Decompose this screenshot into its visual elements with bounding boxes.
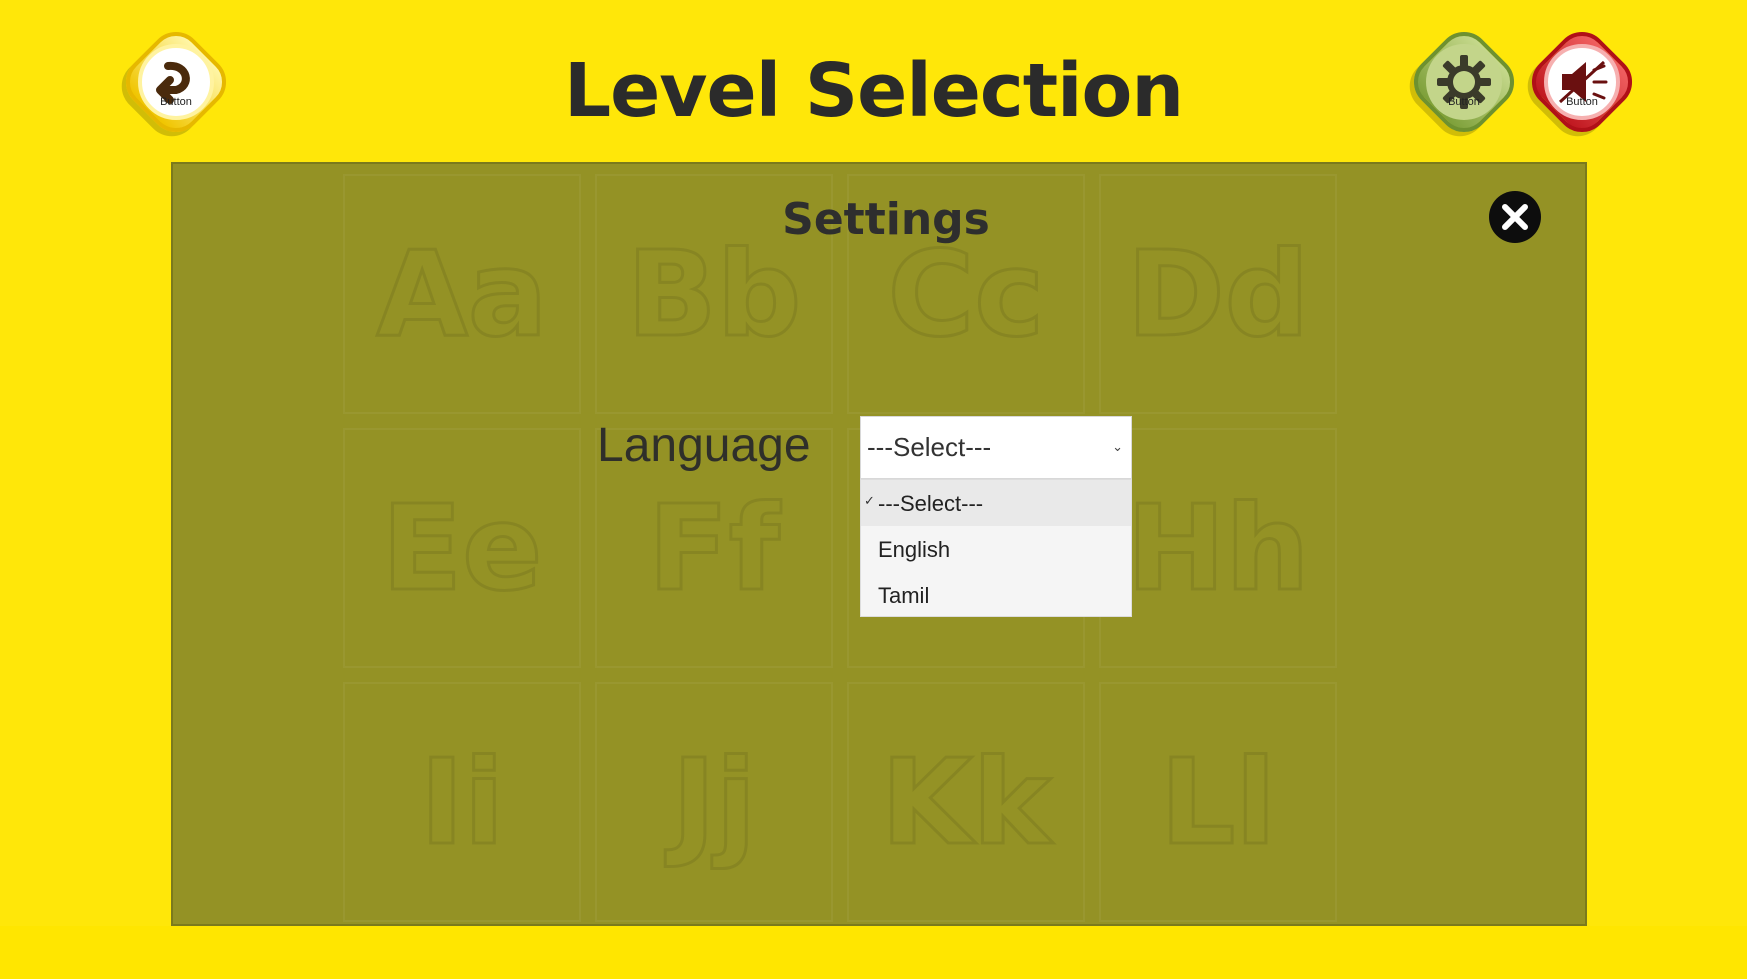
- close-button[interactable]: [1489, 191, 1541, 243]
- close-icon: [1502, 204, 1528, 230]
- chevron-down-icon: ⌄: [1112, 439, 1123, 454]
- sound-button-label: Button: [1566, 96, 1598, 108]
- language-select-value: ---Select---: [867, 432, 992, 462]
- level-tile: Ii: [343, 682, 581, 922]
- checkmark-icon: ✓: [864, 493, 875, 508]
- settings-button-label: Button: [1448, 96, 1480, 108]
- settings-dialog: Aa Bb Cc Dd Ee Ff Gg Hh Ii Jj Kk Ll Sett…: [171, 162, 1587, 926]
- level-tile: Kk: [847, 682, 1085, 922]
- option-label: Tamil: [878, 583, 930, 608]
- level-tile: Hh: [1099, 428, 1337, 668]
- back-button[interactable]: Button: [115, 21, 237, 143]
- option-label: English: [878, 537, 951, 562]
- settings-button[interactable]: Button: [1403, 21, 1525, 143]
- language-dropdown-list: ✓ ---Select--- English Tamil: [860, 479, 1132, 617]
- sound-button[interactable]: Button: [1521, 21, 1643, 143]
- language-label: Language: [597, 419, 811, 472]
- dropdown-option-english[interactable]: English: [861, 526, 1131, 572]
- dialog-title: Settings: [782, 194, 990, 245]
- level-tile: Ee: [343, 428, 581, 668]
- dropdown-option-select[interactable]: ✓ ---Select---: [861, 480, 1131, 526]
- level-tile: Ll: [1099, 682, 1337, 922]
- language-select[interactable]: ---Select--- ⌄: [860, 416, 1132, 479]
- level-grid-background: Aa Bb Cc Dd Ee Ff Gg Hh Ii Jj Kk Ll: [343, 174, 1337, 922]
- back-button-label: Button: [160, 96, 192, 108]
- bottom-band: [0, 926, 1747, 979]
- dropdown-option-tamil[interactable]: Tamil: [861, 572, 1131, 618]
- level-tile: Jj: [595, 682, 833, 922]
- option-label: ---Select---: [878, 491, 984, 516]
